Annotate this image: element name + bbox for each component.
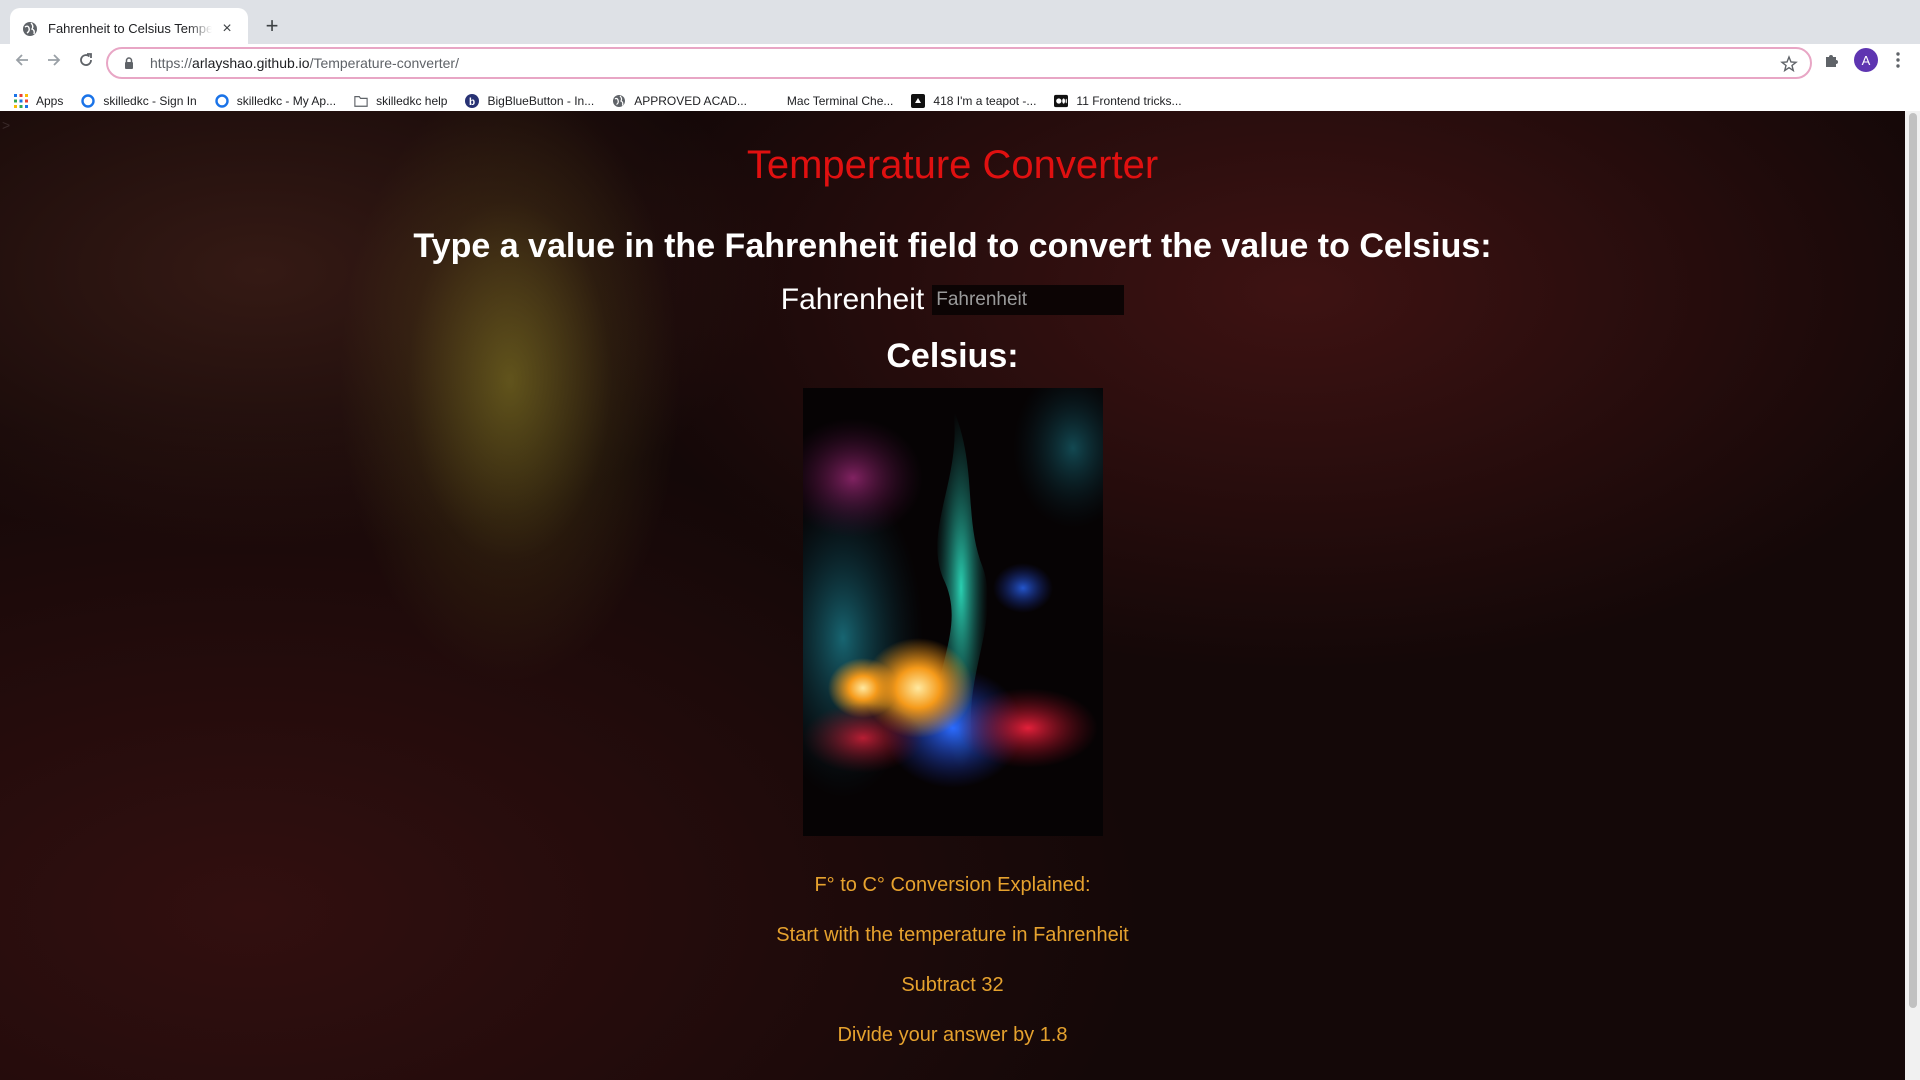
url-host: arlayshao.github.io [192,55,310,71]
bookmark-approved-acad[interactable]: APPROVED ACAD... [612,94,747,108]
fire-image [803,388,1103,836]
menu-dots-icon[interactable] [1886,48,1910,72]
celsius-label: Celsius: [886,337,1019,375]
kebab-icon [1896,52,1900,68]
url-text: https://arlayshao.github.io/Temperature-… [150,55,459,71]
bookmarks-bar: Apps skilledkc - Sign In skilledkc - My … [0,91,1920,111]
apps-grid-icon [14,94,28,108]
explanation-step-3: Divide your answer by 1.8 [837,1024,1068,1046]
instruction-text: Type a value in the Fahrenheit field to … [413,227,1492,265]
svg-text:b: b [469,97,475,108]
teapot-icon [911,94,926,108]
url-path: /Temperature-converter/ [309,55,459,71]
new-tab-button[interactable]: + [258,12,286,40]
url-scheme: https:// [150,55,193,71]
corner-mark: > [2,117,11,133]
fahrenheit-label: Fahrenheit [780,283,925,316]
arrow-right-icon [48,54,61,66]
scrollbar-thumb[interactable] [1909,113,1917,1008]
bookmark-label: BigBlueButton - In... [487,94,595,108]
bookmark-skilledkc-signin[interactable]: skilledkc - Sign In [81,94,197,108]
tab-title: Fahrenheit to Celsius Temperature Conver… [48,21,212,36]
address-bar[interactable]: https://arlayshao.github.io/Temperature-… [106,47,1812,79]
bookmark-label: 11 Frontend tricks... [1076,94,1182,108]
bookmark-label: Apps [36,94,64,108]
circle-icon [81,94,96,108]
bookmark-apps[interactable]: Apps [14,94,63,108]
bookmark-teapot[interactable]: 418 I'm a teapot -... [911,94,1036,108]
bookmark-star-icon[interactable] [1780,55,1798,73]
browser-tab[interactable]: Fahrenheit to Celsius Temperature Conver… [10,8,248,49]
lock-icon [125,57,133,69]
close-tab-icon[interactable]: × [218,20,236,38]
bookmark-frontend-tricks[interactable]: 11 Frontend tricks... [1054,94,1182,108]
bookmark-bigbluebutton[interactable]: b BigBlueButton - In... [465,94,594,108]
fahrenheit-input[interactable] [932,285,1125,315]
explanation-step-2: Subtract 32 [901,974,1004,996]
bookmark-label: APPROVED ACAD... [634,94,747,108]
bookmark-label: skilledkc help [376,94,448,108]
medium-icon [1054,94,1069,108]
reload-icon [80,53,92,66]
forward-button[interactable] [38,44,70,76]
apple-icon [765,94,779,108]
reload-button[interactable] [70,44,102,76]
bookmark-label: skilledkc - My Ap... [236,94,337,108]
globe-icon [23,21,37,36]
folder-icon [354,94,368,108]
extensions-puzzle-icon[interactable] [1822,50,1842,70]
bookmark-label: 418 I'm a teapot -... [933,94,1037,108]
globe-icon [612,94,626,108]
bookmark-mac-terminal[interactable]: Mac Terminal Che... [765,94,893,108]
bookmark-skilledkc-help[interactable]: skilledkc help [354,94,447,108]
bookmark-label: skilledkc - Sign In [103,94,197,108]
tab-strip: Fahrenheit to Celsius Temperature Conver… [0,0,1920,49]
circle-icon [215,94,229,108]
arrow-left-icon [15,54,28,66]
explanation-step-1: Start with the temperature in Fahrenheit [776,924,1129,946]
bbb-icon: b [465,94,480,108]
scrollbar[interactable] [1905,111,1920,1080]
bookmark-skilledkc-myapps[interactable]: skilledkc - My Ap... [215,94,336,108]
profile-avatar[interactable]: A [1854,48,1878,72]
page-viewport: > Temperature Converter Type a value in … [0,111,1920,1080]
fahrenheit-row: Fahrenheit [0,283,1905,317]
bookmark-label: Mac Terminal Che... [786,94,894,108]
explanation-heading: F° to C° Conversion Explained: [814,874,1091,896]
back-button[interactable] [6,44,38,76]
page-title: Temperature Converter [746,143,1159,187]
